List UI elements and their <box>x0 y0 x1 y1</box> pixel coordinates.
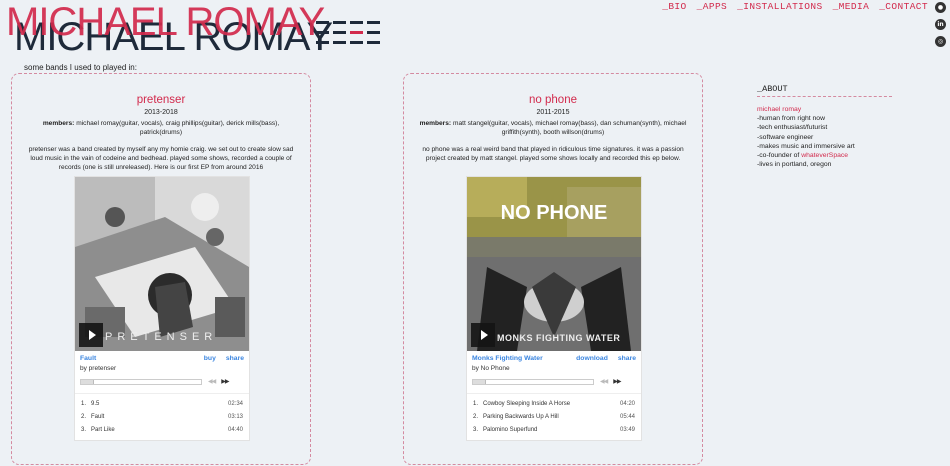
track-list: 1. 9.5 02:34 2. Fault 03:13 3. Part Like 04:40 <box>75 393 249 440</box>
nav-bio[interactable]: _BIO <box>662 1 686 12</box>
about-section: _ABOUT michael romay -human from right n… <box>757 84 892 169</box>
about-name: michael romay <box>757 106 802 113</box>
about-line: -makes music and immersive art <box>757 142 855 150</box>
track-name: Palomino Superfund <box>483 426 538 433</box>
track-duration: 04:40 <box>227 426 243 433</box>
top-nav: _BIO _APPS _INSTALLATIONS _MEDIA _CONTAC… <box>662 1 928 12</box>
share-link[interactable]: share <box>226 355 244 362</box>
members-text: matt stangel(guitar, vocals), michael ro… <box>452 120 687 136</box>
track-duration: 03:49 <box>619 426 635 433</box>
logo-dashes-mid <box>316 31 382 34</box>
social-links: ● in ◎ <box>935 2 946 47</box>
track-row[interactable]: 3. Palomino Superfund 03:49 <box>473 423 635 436</box>
share-link[interactable]: share <box>618 355 636 362</box>
cofounder-prefix: -co-founder of <box>757 151 802 159</box>
site-logo[interactable]: MICHAEL ROMAY MICHAEL ROMAY <box>6 0 386 57</box>
track-duration: 04:20 <box>619 400 635 407</box>
track-number: 1. <box>81 400 87 407</box>
download-link[interactable]: download <box>576 355 608 362</box>
prev-track-icon[interactable]: ◀◀ <box>600 378 608 385</box>
about-heading: _ABOUT <box>757 84 892 97</box>
about-line: -lives in portland, oregon <box>757 161 832 169</box>
track-row[interactable]: 2. Fault 03:13 <box>81 410 243 423</box>
instagram-icon[interactable]: ◎ <box>935 36 946 47</box>
progress-bar[interactable] <box>472 378 594 385</box>
cover-album-text: MONKS FIGHTING WATER <box>497 333 621 343</box>
bandcamp-player: PRETENSER Fault buy share by pretenser ◀… <box>74 176 250 441</box>
track-number: 3. <box>473 426 479 433</box>
band-card-pretenser: pretenser 2013-2018 members: michael rom… <box>11 73 311 465</box>
members-label: members: <box>42 120 75 127</box>
nav-apps[interactable]: _APPS <box>697 1 728 12</box>
next-track-icon[interactable]: ▶▶ <box>221 378 229 385</box>
track-name: Part Like <box>91 426 115 433</box>
track-name: 9.5 <box>91 400 100 407</box>
prev-track-icon[interactable]: ◀◀ <box>208 378 216 385</box>
band-name: pretenser <box>136 94 186 106</box>
band-name: no phone <box>529 94 577 106</box>
nav-contact[interactable]: _CONTACT <box>879 1 928 12</box>
next-track-icon[interactable]: ▶▶ <box>613 378 621 385</box>
track-name: Fault <box>91 413 105 420</box>
track-number: 2. <box>81 413 87 420</box>
track-row[interactable]: 2. Parking Backwards Up A Hill 05:44 <box>473 410 635 423</box>
play-button[interactable] <box>471 323 495 347</box>
members-label: members: <box>419 120 452 127</box>
progress-bar[interactable] <box>80 378 202 385</box>
track-number: 2. <box>473 413 479 420</box>
band-years: 2011-2015 <box>536 109 570 116</box>
nav-installations[interactable]: _INSTALLATIONS <box>737 1 822 12</box>
track-row[interactable]: 1. 9.5 02:34 <box>81 397 243 410</box>
artist-byline[interactable]: by pretenser <box>80 365 244 372</box>
track-row[interactable]: 3. Part Like 04:40 <box>81 423 243 436</box>
band-card-no-phone: no phone 2011-2015 members: matt stangel… <box>403 73 703 465</box>
logo-dashes-bottom <box>316 41 382 44</box>
band-years: 2013-2018 <box>144 109 178 116</box>
about-line: -software engineer <box>757 133 814 141</box>
logo-text-red: MICHAEL ROMAY <box>6 0 325 44</box>
about-list: michael romay -human from right now -tec… <box>757 105 892 169</box>
buy-link[interactable]: buy <box>204 355 216 362</box>
cover-band-text: PRETENSER <box>105 331 218 343</box>
track-duration: 03:13 <box>227 413 243 420</box>
band-description: pretenser was a band created by myself a… <box>28 146 294 171</box>
track-number: 3. <box>81 426 87 433</box>
whateverspace-link[interactable]: whateverSpace <box>801 152 848 159</box>
track-name: Cowboy Sleeping Inside A Horse <box>483 400 571 407</box>
cover-title: NO PHONE <box>501 202 608 224</box>
track-name: Parking Backwards Up A Hill <box>483 413 559 420</box>
bands-intro: some bands I used to played in: <box>24 63 137 72</box>
track-list: 1. Cowboy Sleeping Inside A Horse 04:20 2.… <box>467 393 641 440</box>
artist-byline[interactable]: by No Phone <box>472 365 636 372</box>
about-line: -tech enthusiast/futurist <box>757 124 828 132</box>
about-cofounder: -co-founder of whateverSpace <box>757 151 892 160</box>
play-button[interactable] <box>79 323 103 347</box>
track-duration: 05:44 <box>619 413 635 420</box>
bandcamp-player: NO PHONE MONKS FIGHTING WATER Monks Figh… <box>466 176 642 441</box>
about-line: -human from right now <box>757 115 825 123</box>
linkedin-icon[interactable]: in <box>935 19 946 30</box>
album-cover: NO PHONE MONKS FIGHTING WATER <box>467 177 641 351</box>
band-members: members: matt stangel(guitar, vocals), m… <box>414 120 692 137</box>
github-icon[interactable]: ● <box>935 2 946 13</box>
album-cover: PRETENSER <box>75 177 249 351</box>
nav-media[interactable]: _MEDIA <box>833 1 870 12</box>
band-description: no phone was a real weird band that play… <box>422 146 684 163</box>
track-duration: 02:34 <box>227 400 243 407</box>
track-number: 1. <box>473 400 479 407</box>
members-text: michael romay(guitar, vocals), craig phi… <box>76 120 280 136</box>
track-row[interactable]: 1. Cowboy Sleeping Inside A Horse 04:20 <box>473 397 635 410</box>
logo-dashes-top <box>316 21 382 24</box>
band-members: members: michael romay(guitar, vocals), … <box>22 120 300 137</box>
